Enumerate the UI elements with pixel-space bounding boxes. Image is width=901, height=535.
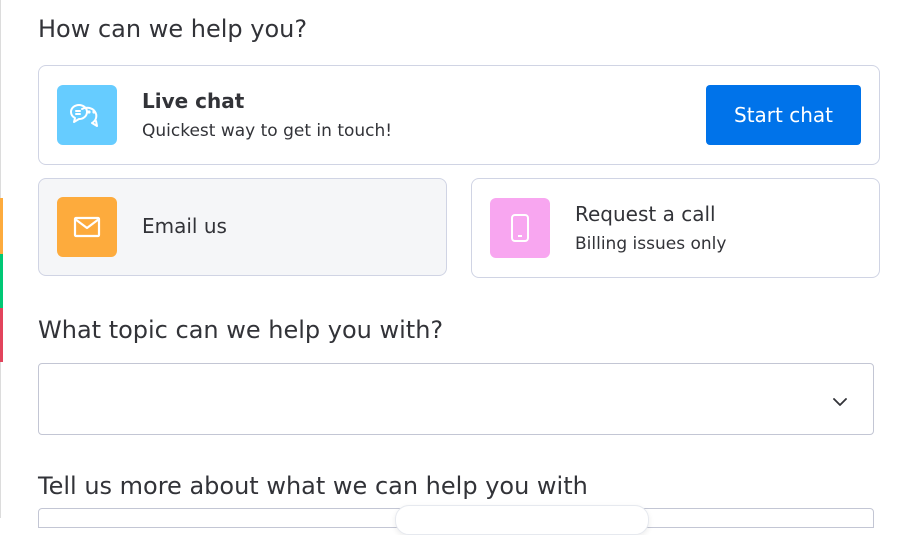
request-call-subtitle: Billing issues only — [575, 234, 727, 254]
topic-heading: What topic can we help you with? — [38, 316, 444, 344]
left-edge-accent-orange — [0, 198, 3, 254]
chevron-down-icon[interactable] — [833, 392, 847, 411]
page-heading: How can we help you? — [38, 15, 308, 43]
left-edge-accent-pink — [0, 308, 3, 362]
left-edge-accent-green — [0, 254, 3, 308]
phone-icon — [490, 198, 550, 258]
email-us-card[interactable]: Email us — [38, 178, 447, 276]
start-chat-button[interactable]: Start chat — [706, 85, 861, 145]
live-chat-subtitle: Quickest way to get in touch! — [142, 121, 393, 141]
floating-widget[interactable] — [395, 505, 649, 535]
live-chat-title: Live chat — [142, 89, 245, 113]
request-call-title: Request a call — [575, 202, 716, 226]
topic-select[interactable] — [38, 363, 874, 435]
envelope-icon — [57, 197, 117, 257]
live-chat-card[interactable]: Live chat Quickest way to get in touch! … — [38, 65, 880, 165]
email-us-title: Email us — [142, 214, 227, 238]
chat-bubbles-icon — [57, 85, 117, 145]
details-heading: Tell us more about what we can help you … — [38, 472, 588, 500]
request-call-card[interactable]: Request a call Billing issues only — [471, 178, 880, 278]
